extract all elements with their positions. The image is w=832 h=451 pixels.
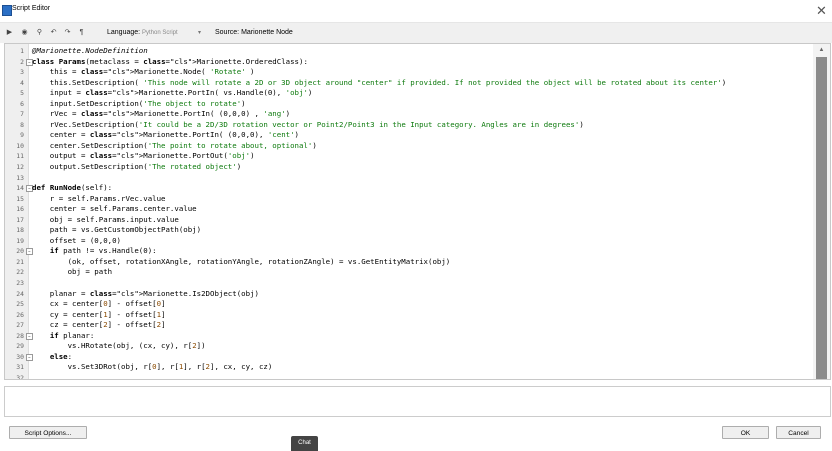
code-text: rVec.SetDescription('It could be a 2D/3D… [32,119,584,129]
code-text: center = class="cls">Marionette.PortIn( … [32,130,299,140]
line-number: 29 [16,342,24,351]
line-number: 28 [16,331,24,340]
code-text: def RunNode(self): [32,183,113,193]
redo-icon[interactable]: ↷ [63,28,72,37]
line-number: 4 [20,78,24,87]
script-options-button[interactable]: Script Options... [9,426,87,439]
source-label: Source: Marionette Node [215,29,293,36]
line-number: 17 [16,215,24,224]
line-number: 3 [20,68,24,77]
dialog-footer: Script Options... OK Cancel [0,417,832,451]
find-icon[interactable]: ⚲ [35,28,44,37]
stop-icon[interactable]: ◉ [20,28,29,37]
line-number: 11 [16,152,24,161]
toolbar: ▶ ◉ ⚲ ↶ ↷ ¶ Language: Python Script ▾ So… [0,23,832,43]
language-value: Python Script [142,30,178,36]
code-text: class Params(metaclass = class="cls">Mar… [32,56,308,66]
line-number: 14 [16,184,24,193]
line-number: 10 [16,141,24,150]
scroll-up-icon[interactable]: ▲ [816,46,827,55]
code-text: cy = center[1] - offset[1] [32,309,166,319]
code-text: else: [49,351,73,361]
line-number: 2 [20,57,24,66]
line-number: 24 [16,289,24,298]
line-number: 5 [20,89,24,98]
code-text: center.SetDescription('The point to rota… [32,140,317,150]
line-number: 13 [16,173,24,182]
chat-button[interactable]: Chat [291,436,318,451]
line-number: 22 [16,268,24,277]
code-text: if path != vs.Handle(0): [49,246,157,256]
language-select[interactable]: Python Script ▾ [140,27,208,39]
code-text: vs.Set3DRot(obj, r[0], r[1], r[2], cx, c… [32,362,273,372]
code-text: input = class="cls">Marionette.PortIn( v… [32,88,313,98]
line-number: 16 [16,205,24,214]
ok-button[interactable]: OK [722,426,769,439]
code-text: offset = (0,0,0) [32,235,121,245]
line-number: 18 [16,226,24,235]
line-number: 20 [16,247,24,256]
line-number: 19 [16,236,24,245]
code-text: rVec = class="cls">Marionette.PortIn( (0… [32,109,291,119]
line-number: 7 [20,110,24,119]
line-number: 12 [16,163,24,172]
code-text: path = vs.GetCustomObjectPath(obj) [32,225,202,235]
cancel-button[interactable]: Cancel [776,426,821,439]
vertical-scrollbar[interactable]: ▲ [813,44,830,379]
window-title: Script Editor [12,5,51,12]
code-text: (ok, offset, rotationXAngle, rotationYAn… [32,256,451,266]
line-number: 30 [16,352,24,361]
title-bar: Script Editor ✕ [0,0,832,23]
code-text: r = self.Params.rVec.value [32,193,166,203]
code-text: output = class="cls">Marionette.PortOut(… [32,151,255,161]
code-text: planar = class="cls">Marionette.Is2DObje… [32,288,259,298]
code-text: this = class="cls">Marionette.Node( 'Rot… [32,67,255,77]
code-text: vs.HRotate(obj, (cx, cy), r[2]) [32,341,206,351]
code-editor[interactable]: 1 @Marionette.NodeDefinition 2− class Param… [4,43,831,380]
code-text: output.SetDescription('The rotated objec… [32,162,242,172]
chevron-down-icon: ▾ [198,30,202,36]
line-number: 15 [16,194,24,203]
line-number: 1 [20,47,24,55]
code-text: obj = path [32,267,113,277]
code-text: obj = self.Params.input.value [32,214,179,224]
code-text: cx = center[0] - offset[0] [32,299,166,309]
output-pane[interactable] [4,386,831,417]
line-number: 23 [16,279,24,288]
line-number: 26 [16,310,24,319]
code-text: @Marionette.NodeDefinition [32,46,148,55]
line-number: 9 [20,131,24,140]
code-text: if planar: [49,330,95,340]
code-text: input.SetDescription('The object to rota… [32,98,246,108]
paragraph-icon[interactable]: ¶ [77,28,86,37]
line-number: 25 [16,300,24,309]
code-text: center = self.Params.center.value [32,204,197,214]
code-text: cz = center[2] - offset[2] [32,320,166,330]
close-icon[interactable]: ✕ [813,2,830,19]
undo-icon[interactable]: ↶ [49,28,58,37]
line-number: 8 [20,120,24,129]
run-icon[interactable]: ▶ [5,28,14,37]
line-number: 32 [16,373,24,380]
code-text: this.SetDescription( 'This node will rot… [32,77,727,87]
line-number: 31 [16,363,24,372]
line-number: 6 [20,99,24,108]
app-icon [2,5,12,16]
scrollbar-thumb[interactable] [816,57,827,379]
line-number: 27 [16,321,24,330]
language-label: Language: [107,29,141,36]
line-number: 21 [16,257,24,266]
